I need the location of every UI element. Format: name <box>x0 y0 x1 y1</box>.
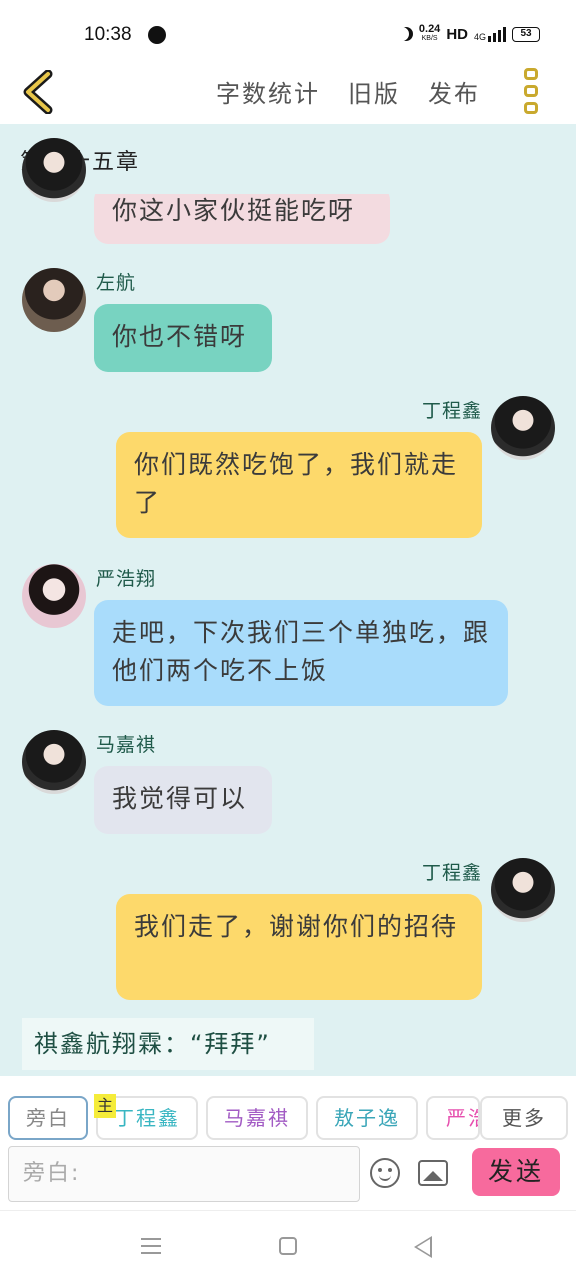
menu-icon[interactable] <box>141 1238 161 1254</box>
role-selector-bar: 旁白 丁程鑫 主 马嘉祺 敖子逸 严浩翔 更多 <box>0 1076 576 1144</box>
avatar[interactable] <box>491 396 555 460</box>
globe-icon <box>148 26 166 44</box>
message-bubble[interactable]: 你们既然吃饱了，我们就走了 <box>116 432 482 538</box>
menu-dot-icon <box>524 102 538 114</box>
image-icon[interactable] <box>418 1160 448 1186</box>
battery-icon: 53 <box>512 26 540 42</box>
chevron-left-icon <box>23 69 53 115</box>
menu-dot-icon <box>524 85 538 97</box>
speaker-name: 马嘉祺 <box>96 734 157 756</box>
speaker-name: 丁程鑫 <box>421 400 482 422</box>
back-triangle-icon[interactable] <box>414 1236 432 1258</box>
avatar[interactable] <box>22 138 86 202</box>
avatar[interactable] <box>491 858 555 922</box>
message-bubble[interactable]: 我们走了，谢谢你们的招待 <box>116 894 482 1000</box>
menu-dot-icon <box>524 68 538 80</box>
word-count-button[interactable]: 字数统计 <box>216 74 320 109</box>
avatar[interactable] <box>22 730 86 794</box>
old-version-button[interactable]: 旧版 <box>348 74 400 109</box>
top-bar: 字数统计 旧版 发布 <box>0 60 576 124</box>
role-chip[interactable]: 敖子逸 <box>316 1096 418 1140</box>
status-time: 10:38 <box>84 24 132 45</box>
avatar[interactable] <box>22 268 86 332</box>
back-button[interactable] <box>20 69 60 115</box>
top-actions: 字数统计 旧版 发布 <box>216 74 480 109</box>
speaker-name: 左航 <box>96 272 137 294</box>
chat-area[interactable]: 第三十五章 你这小家伙挺能吃呀 左航 你也不错呀 丁程鑫 你们既然吃饱了，我们就… <box>0 124 576 1076</box>
main-role-badge: 主 <box>94 1094 116 1118</box>
input-bar: 旁白: 发送 <box>0 1144 576 1210</box>
system-nav-bar <box>0 1210 576 1280</box>
speaker-name: 丁程鑫 <box>421 862 482 884</box>
net-speed: 0.24 KB/S <box>419 24 440 44</box>
status-icons: 0.24 KB/S HD 4G 53 <box>399 24 540 44</box>
home-icon[interactable] <box>279 1237 297 1255</box>
send-button[interactable]: 发送 <box>472 1148 560 1196</box>
signal-icon: 4G <box>474 26 506 42</box>
narration-line[interactable]: 祺鑫航翔霖：“拜拜” <box>22 1018 314 1070</box>
role-chip-narrator[interactable]: 旁白 <box>8 1096 88 1140</box>
more-roles-button[interactable]: 更多 <box>480 1096 568 1140</box>
avatar[interactable] <box>22 564 86 628</box>
message-bubble[interactable]: 我觉得可以 <box>94 766 272 834</box>
speaker-name: 严浩翔 <box>96 568 157 590</box>
emoji-icon[interactable] <box>370 1158 400 1188</box>
publish-button[interactable]: 发布 <box>428 74 480 109</box>
message-bubble[interactable]: 走吧，下次我们三个单独吃，跟他们两个吃不上饭 <box>94 600 508 706</box>
role-chip[interactable]: 马嘉祺 <box>206 1096 308 1140</box>
message-input[interactable]: 旁白: <box>8 1146 360 1202</box>
message-bubble[interactable]: 你也不错呀 <box>94 304 272 372</box>
more-menu-button[interactable] <box>524 68 540 114</box>
net-speed-unit: KB/S <box>421 35 438 42</box>
message-bubble[interactable]: 你这小家伙挺能吃呀 <box>94 194 390 244</box>
moon-icon <box>399 27 413 41</box>
network-type: 4G <box>473 32 486 42</box>
role-chip[interactable]: 严浩翔 <box>426 1096 480 1140</box>
hd-indicator: HD <box>446 25 468 43</box>
